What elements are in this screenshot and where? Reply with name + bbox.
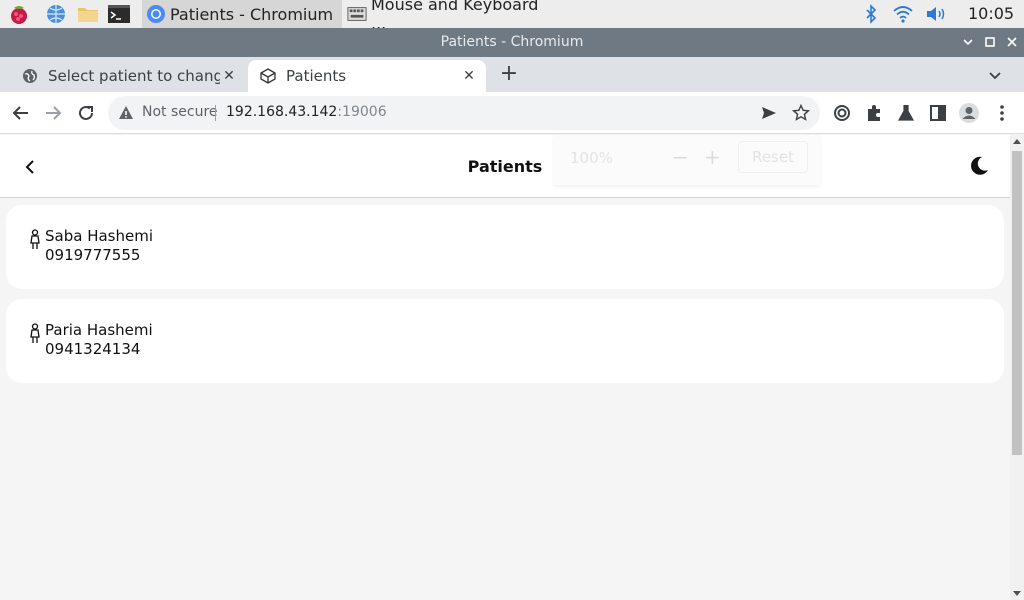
new-tab-button[interactable]: + bbox=[498, 63, 520, 86]
patient-card[interactable]: Saba Hashemi 0919777555 bbox=[6, 205, 1004, 289]
extension-spiral-icon[interactable] bbox=[831, 102, 853, 124]
file-manager-icon[interactable] bbox=[76, 3, 100, 25]
window-titlebar: Patients - Chromium bbox=[0, 28, 1024, 57]
patient-person-icon bbox=[28, 323, 42, 345]
patient-phone: 0919777555 bbox=[45, 246, 141, 264]
patient-card[interactable]: Paria Hashemi 0941324134 bbox=[6, 299, 1004, 383]
tab-label: Select patient to change bbox=[48, 67, 220, 85]
zoom-in-button[interactable]: + bbox=[704, 145, 721, 169]
scrollbar-thumb[interactable] bbox=[1012, 151, 1022, 455]
zoom-out-button[interactable]: − bbox=[672, 145, 689, 169]
taskbar-task-chromium[interactable]: Patients - Chromium bbox=[142, 0, 342, 28]
tab-label: Patients bbox=[286, 67, 347, 85]
tab-patients[interactable]: Patients ✕ bbox=[248, 60, 486, 92]
bookmark-star-icon[interactable] bbox=[791, 103, 811, 122]
cube-icon bbox=[260, 68, 276, 84]
patient-phone: 0941324134 bbox=[45, 340, 141, 358]
security-label: Not secure bbox=[142, 104, 218, 120]
window-title: Patients - Chromium bbox=[440, 34, 584, 50]
web-browser-icon[interactable] bbox=[44, 3, 68, 25]
send-to-devices-icon[interactable] bbox=[760, 104, 778, 122]
url-host: 192.168.43.142 bbox=[226, 104, 338, 120]
zoom-popup: 100% − + Reset bbox=[554, 135, 820, 185]
close-tab-icon[interactable]: ✕ bbox=[460, 67, 478, 85]
page-viewport: Patients 100% − + Reset Saba Hashemi 091… bbox=[0, 135, 1010, 600]
browser-menu-icon[interactable] bbox=[991, 102, 1013, 124]
app-header: Patients bbox=[0, 135, 1010, 198]
extensions-puzzle-icon[interactable] bbox=[863, 102, 885, 124]
page-title: Patients bbox=[467, 157, 543, 176]
close-tab-icon[interactable]: ✕ bbox=[220, 67, 238, 85]
not-secure-warning-icon[interactable] bbox=[118, 105, 134, 121]
side-panel-icon[interactable] bbox=[927, 102, 949, 124]
taskbar-task-label: Patients - Chromium bbox=[170, 4, 334, 24]
forward-arrow-icon[interactable] bbox=[42, 102, 64, 124]
zoom-level: 100% bbox=[570, 149, 613, 167]
zoom-reset-button[interactable]: Reset bbox=[738, 141, 808, 173]
maximize-icon[interactable] bbox=[983, 35, 997, 49]
scroll-down-arrow-icon[interactable] bbox=[1013, 591, 1021, 596]
page-scrollbar[interactable] bbox=[1010, 135, 1024, 600]
address-bar[interactable]: Not secure 192.168.43.142:19006 bbox=[108, 96, 820, 130]
terminal-icon[interactable] bbox=[107, 3, 131, 25]
chromium-icon bbox=[146, 4, 166, 24]
keyboard-icon bbox=[347, 4, 367, 24]
patient-name: Saba Hashemi bbox=[45, 227, 153, 245]
minimize-icon[interactable] bbox=[961, 35, 975, 49]
dark-mode-moon-icon[interactable] bbox=[968, 155, 990, 177]
url-port: :19006 bbox=[337, 104, 387, 120]
profile-avatar-icon[interactable] bbox=[958, 102, 980, 124]
url-divider bbox=[215, 105, 216, 121]
close-window-icon[interactable] bbox=[1005, 35, 1019, 49]
tab-search-icon[interactable] bbox=[986, 66, 1004, 84]
reload-icon[interactable] bbox=[75, 102, 97, 124]
back-arrow-icon[interactable] bbox=[10, 102, 32, 124]
tab-select-patient[interactable]: Select patient to change ✕ bbox=[4, 60, 246, 92]
patient-person-icon bbox=[28, 229, 42, 251]
raspberry-menu-icon[interactable] bbox=[7, 3, 31, 25]
taskbar-task-keyboard[interactable]: Mouse and Keyboard ... bbox=[343, 0, 543, 33]
labs-flask-icon[interactable] bbox=[895, 102, 917, 124]
patient-name: Paria Hashemi bbox=[45, 321, 153, 339]
globe-icon bbox=[22, 68, 38, 84]
os-taskbar: Patients - Chromium Mouse and Keyboard .… bbox=[0, 0, 1024, 33]
url-text[interactable]: 192.168.43.142:19006 bbox=[226, 104, 387, 120]
scroll-up-arrow-icon[interactable] bbox=[1013, 139, 1021, 144]
wifi-icon[interactable] bbox=[892, 4, 914, 24]
taskbar-clock: 10:05 bbox=[968, 4, 1015, 23]
browser-toolbar: Not secure 192.168.43.142:19006 bbox=[0, 92, 1024, 134]
bluetooth-icon[interactable] bbox=[862, 4, 880, 24]
volume-icon[interactable] bbox=[924, 4, 948, 24]
